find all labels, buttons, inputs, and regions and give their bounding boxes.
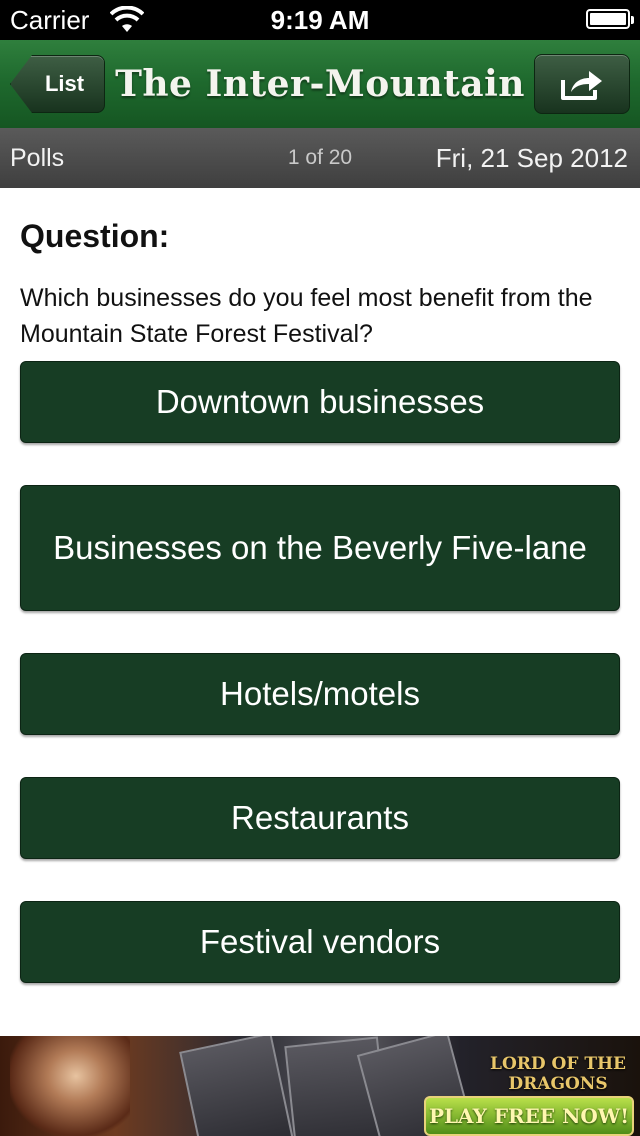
section-title: Polls — [10, 144, 65, 172]
share-button[interactable] — [534, 54, 630, 114]
poll-option-beverly-five-lane[interactable]: Businesses on the Beverly Five-lane — [20, 485, 620, 611]
ad-card-image — [179, 1036, 295, 1136]
poll-option-restaurants[interactable]: Restaurants — [20, 777, 620, 859]
ad-character-image — [10, 1036, 130, 1136]
section-header: Polls 1 of 20 Fri, 21 Sep 2012 — [0, 128, 640, 188]
status-bar: Carrier 9:19 AM — [0, 0, 640, 40]
question-text: Which businesses do you feel most benefi… — [20, 284, 593, 348]
ad-game-logo: LORD OF THE DRAGONS — [489, 1054, 627, 1094]
poll-option-festival-vendors[interactable]: Festival vendors — [20, 901, 620, 983]
publication-date: Fri, 21 Sep 2012 — [435, 143, 628, 173]
share-icon — [561, 71, 602, 100]
battery-icon — [586, 9, 634, 29]
back-list-button[interactable]: List — [10, 55, 105, 113]
question-heading: Question: — [20, 218, 170, 254]
poll-option-hotels[interactable]: Hotels/motels — [20, 653, 620, 735]
navigation-bar: List The Inter-Mountain — [0, 40, 640, 129]
ad-play-button[interactable]: PLAY FREE NOW! — [424, 1096, 634, 1136]
ad-banner[interactable]: LORD OF THE DRAGONS PLAY FREE NOW! — [0, 1036, 640, 1136]
poll-option-downtown[interactable]: Downtown businesses — [20, 361, 620, 443]
clock: 9:19 AM — [270, 5, 370, 35]
page-counter: 1 of 20 — [287, 146, 353, 169]
newspaper-masthead: The Inter-Mountain — [115, 63, 525, 105]
